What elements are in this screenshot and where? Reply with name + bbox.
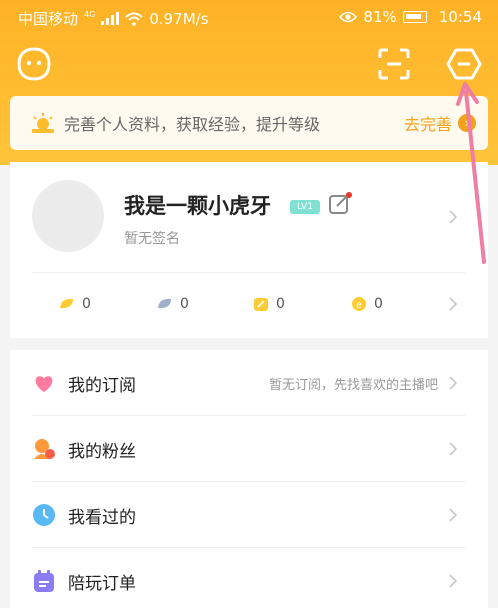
wifi-icon bbox=[125, 12, 143, 26]
clock-icon bbox=[33, 504, 55, 526]
stat-diamond[interactable]: 0 bbox=[156, 296, 189, 312]
chevron-right-icon bbox=[449, 508, 458, 522]
fans-icon bbox=[34, 439, 55, 459]
stat-value: 0 bbox=[276, 296, 285, 312]
menu-hint: 暂无订阅，先找喜欢的主播吧 bbox=[268, 378, 438, 393]
menu-list: 我的订阅 暂无订阅，先找喜欢的主播吧 我的粉丝 我看过的 陪玩订单 bbox=[10, 350, 488, 608]
menu-label: 我的订阅 bbox=[68, 376, 136, 396]
diamond-icon bbox=[158, 298, 171, 309]
level-badge: LV1 bbox=[290, 200, 320, 214]
carrier-name: 中国移动 bbox=[18, 10, 79, 28]
settings-icon[interactable] bbox=[446, 46, 482, 82]
network-speed: 0.97M/s bbox=[149, 9, 209, 28]
menu-label: 我的粉丝 bbox=[68, 442, 136, 462]
gold-coin-icon bbox=[60, 298, 73, 309]
svg-text:e: e bbox=[356, 300, 362, 311]
signature: 暂无签名 bbox=[124, 231, 180, 247]
order-icon bbox=[34, 570, 54, 592]
chevron-right-icon bbox=[449, 442, 458, 456]
clock: 10:54 bbox=[438, 8, 482, 26]
divider bbox=[32, 272, 466, 273]
stat-value: 0 bbox=[374, 296, 383, 312]
chevron-right-icon[interactable]: › bbox=[458, 114, 476, 132]
complete-profile-banner[interactable]: 完善个人资料，获取经验，提升等级 去完善 › bbox=[10, 96, 488, 150]
stat-e-coin[interactable]: e 0 bbox=[350, 296, 383, 312]
chevron-right-icon[interactable] bbox=[446, 297, 460, 311]
battery-percent: 81% bbox=[363, 8, 397, 26]
user-name: 我是一颗小虎牙 bbox=[124, 194, 271, 218]
menu-label: 陪玩订单 bbox=[68, 574, 136, 594]
menu-item-orders[interactable]: 陪玩订单 bbox=[10, 548, 488, 608]
e-coin-icon: e bbox=[352, 297, 366, 311]
chevron-right-icon bbox=[449, 376, 458, 390]
eye-icon bbox=[339, 11, 358, 23]
menu-item-history[interactable]: 我看过的 bbox=[10, 482, 488, 548]
stat-ticket[interactable]: 0 bbox=[252, 296, 285, 312]
avatar[interactable] bbox=[32, 180, 104, 252]
complete-profile-link[interactable]: 去完善 bbox=[404, 111, 452, 135]
battery-icon bbox=[402, 11, 427, 23]
signal-icon bbox=[101, 12, 120, 25]
menu-label: 我看过的 bbox=[68, 508, 136, 528]
stat-value: 0 bbox=[82, 296, 91, 312]
status-bar: 中国移动 4G 0.97M/s 81% 10:54 bbox=[0, 0, 498, 34]
user-card[interactable]: 我是一颗小虎牙 LV1 暂无签名 0 0 0 e 0 bbox=[10, 162, 488, 338]
stat-value: 0 bbox=[180, 296, 189, 312]
edit-profile-icon[interactable] bbox=[328, 192, 352, 216]
chevron-right-icon bbox=[449, 574, 458, 588]
banner-text: 完善个人资料，获取经验，提升等级 bbox=[64, 115, 321, 134]
ticket-icon bbox=[254, 298, 268, 311]
chevron-right-icon[interactable] bbox=[446, 210, 460, 224]
stat-gold-coin[interactable]: 0 bbox=[58, 296, 91, 312]
menu-item-fans[interactable]: 我的粉丝 bbox=[10, 416, 488, 482]
network-badge: 4G bbox=[84, 10, 96, 19]
heart-icon bbox=[35, 376, 53, 392]
scan-icon[interactable] bbox=[376, 46, 412, 82]
menu-item-subscriptions[interactable]: 我的订阅 暂无订阅，先找喜欢的主播吧 bbox=[10, 350, 488, 416]
message-face-icon[interactable] bbox=[16, 46, 52, 82]
sun-icon bbox=[32, 113, 54, 133]
